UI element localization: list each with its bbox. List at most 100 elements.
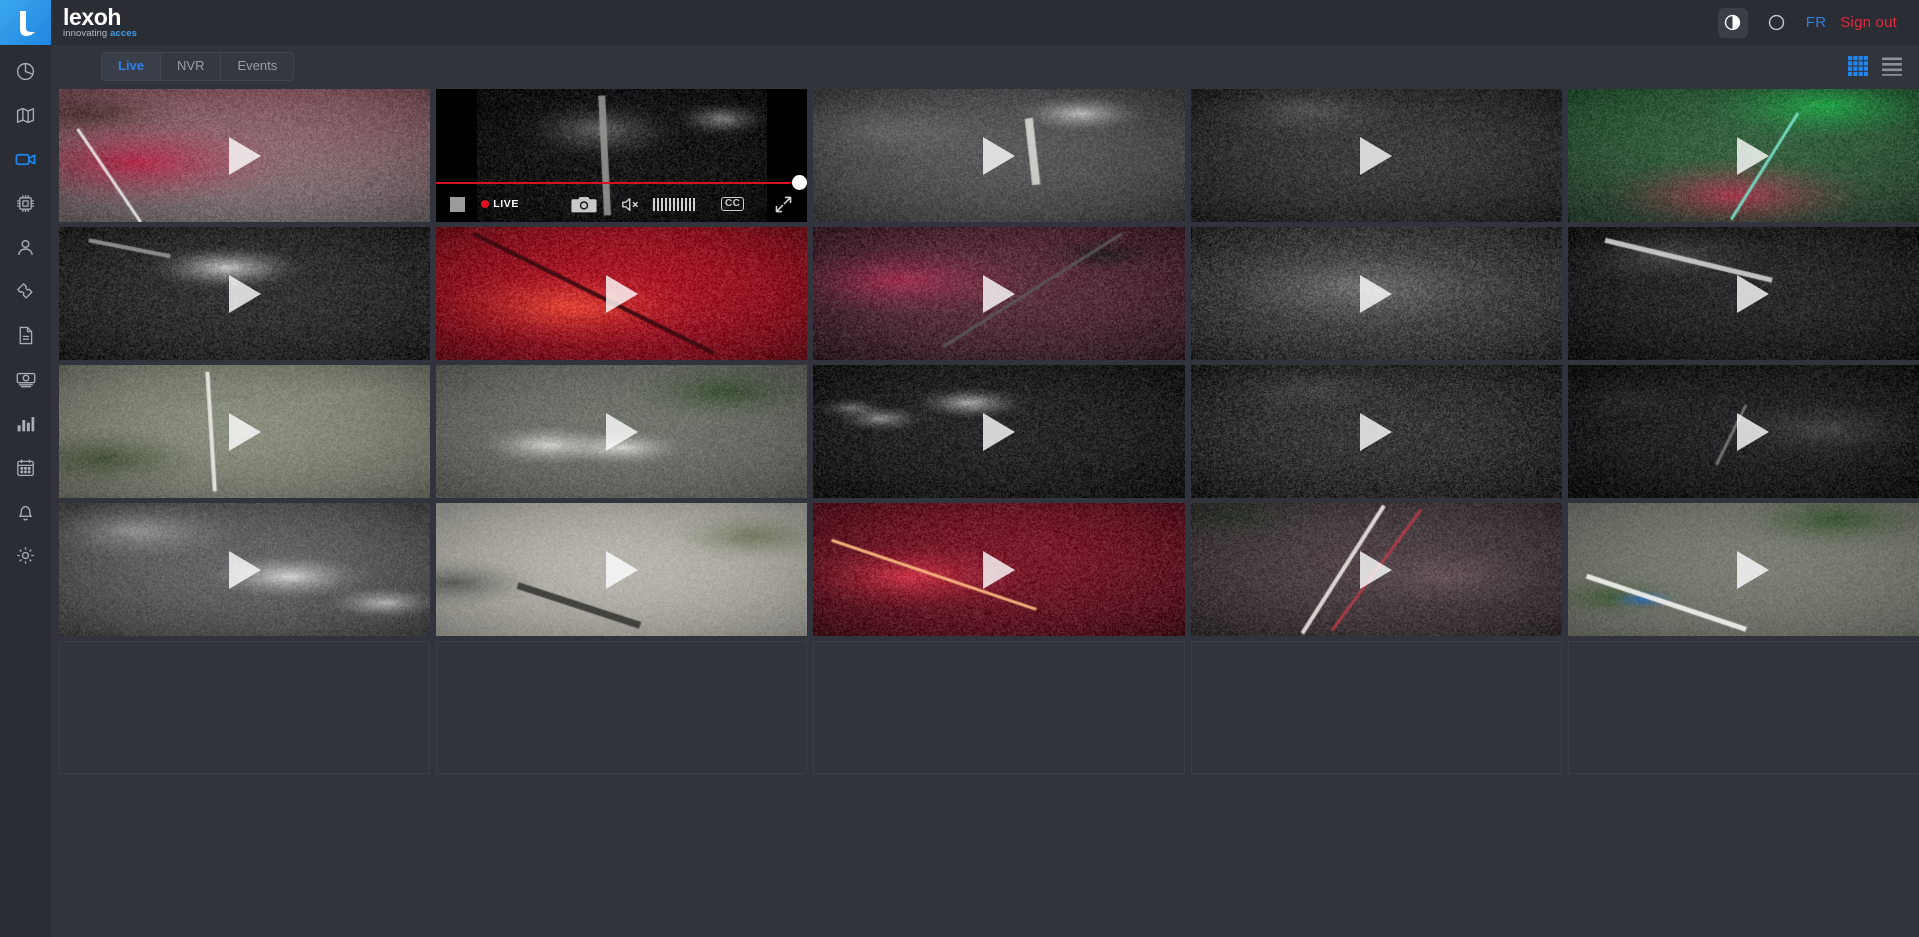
- camera-player-active[interactable]: LIVE CC: [436, 89, 808, 222]
- lexoh-logo-mark-icon[interactable]: [0, 0, 51, 45]
- speaker-muted-icon[interactable]: [621, 196, 641, 213]
- volume-bar: [660, 197, 663, 211]
- list-view-icon[interactable]: [1881, 55, 1903, 77]
- camera-thumbnail[interactable]: [1567, 365, 1919, 498]
- logo-tagline-accent: acces: [110, 28, 137, 39]
- volume-bar: [664, 197, 667, 211]
- stop-square-icon[interactable]: [450, 196, 466, 212]
- camera-snapshot-icon[interactable]: [571, 194, 597, 214]
- camera-thumbnail[interactable]: [59, 227, 431, 360]
- tab-live[interactable]: Live: [101, 51, 162, 81]
- tab-events[interactable]: Events: [221, 51, 295, 81]
- camera-thumbnail-image: [1190, 365, 1562, 498]
- header-spacer: [137, 0, 1718, 45]
- closed-caption-icon[interactable]: CC: [720, 197, 745, 211]
- sidebar-item-settings[interactable]: [9, 543, 43, 567]
- camera-thumbnail-image: [1190, 503, 1562, 636]
- camera-cell-empty: [813, 641, 1185, 774]
- camera-thumbnail[interactable]: [59, 89, 431, 222]
- camera-grid: LIVE CC: [59, 89, 1919, 774]
- main-content: Live NVR Events LIVE CC: [51, 45, 1919, 937]
- logo-tagline: innovating acces: [63, 28, 137, 39]
- camera-thumbnail[interactable]: [813, 227, 1185, 360]
- volume-bar: [684, 197, 687, 211]
- sidebar-item-map[interactable]: [9, 103, 43, 127]
- volume-bar: [676, 197, 679, 211]
- logo-wordmark: lexoh: [63, 4, 122, 30]
- volume-bar: [692, 197, 695, 211]
- logo-tagline-plain: innovating: [63, 28, 111, 39]
- volume-bar: [680, 197, 683, 211]
- sidebar-item-devices[interactable]: [9, 191, 43, 215]
- camera-thumbnail[interactable]: [1567, 227, 1919, 360]
- sidebar-item-dashboard[interactable]: [9, 59, 43, 83]
- camera-thumbnail[interactable]: [59, 503, 431, 636]
- camera-thumbnail[interactable]: [1567, 503, 1919, 636]
- camera-thumbnail-image: [1567, 89, 1919, 222]
- sidebar-item-tickets[interactable]: [9, 279, 43, 303]
- camera-cell-empty: [59, 641, 431, 774]
- sidebar-item-users[interactable]: [9, 235, 43, 259]
- camera-live-view-app: lexoh innovating acces FR Sign out Live …: [0, 0, 1919, 937]
- sidebar-item-cameras[interactable]: [9, 147, 43, 171]
- player-controls: LIVE CC: [436, 186, 807, 222]
- camera-thumbnail-image: [59, 503, 431, 636]
- camera-thumbnail-image: [1567, 503, 1919, 636]
- camera-thumbnail[interactable]: [1190, 89, 1562, 222]
- camera-thumbnail[interactable]: [436, 503, 808, 636]
- camera-thumbnail[interactable]: [436, 227, 808, 360]
- camera-thumbnail-image: [1567, 227, 1919, 360]
- camera-thumbnail[interactable]: [1190, 365, 1562, 498]
- camera-thumbnail-image: [59, 365, 431, 498]
- logo-text: lexoh innovating acces: [51, 0, 137, 45]
- view-tabs: Live NVR Events: [101, 51, 295, 81]
- camera-thumbnail[interactable]: [813, 365, 1185, 498]
- camera-thumbnail[interactable]: [813, 503, 1185, 636]
- camera-cell-empty: [1567, 641, 1919, 774]
- volume-bar: [656, 197, 659, 211]
- sign-out-link[interactable]: Sign out: [1840, 14, 1897, 31]
- live-label: LIVE: [493, 198, 519, 210]
- camera-thumbnail-image: [59, 227, 431, 360]
- camera-thumbnail[interactable]: [436, 365, 808, 498]
- volume-bar: [672, 197, 675, 211]
- camera-thumbnail-image: [436, 227, 808, 360]
- grid-view-icon[interactable]: [1847, 55, 1869, 77]
- camera-thumbnail-image: [813, 365, 1185, 498]
- tab-nvr[interactable]: NVR: [161, 51, 222, 81]
- contrast-half-circle-icon[interactable]: [1717, 7, 1748, 38]
- camera-thumbnail[interactable]: [813, 89, 1185, 222]
- live-indicator: LIVE: [481, 198, 519, 210]
- camera-thumbnail-image: [1190, 89, 1562, 222]
- sidebar-item-notifications[interactable]: [9, 499, 43, 523]
- header-actions: FR Sign out: [1717, 0, 1919, 45]
- empty-circle-icon[interactable]: [1762, 8, 1792, 38]
- body-row: Live NVR Events LIVE CC: [0, 45, 1919, 937]
- camera-thumbnail-image: [1567, 365, 1919, 498]
- cc-label: CC: [720, 197, 745, 211]
- camera-thumbnail-image: [1190, 227, 1562, 360]
- content-toolbar: Live NVR Events: [51, 45, 1919, 87]
- sidebar-item-billing[interactable]: [9, 367, 43, 391]
- volume-bar: [652, 197, 655, 211]
- language-switcher[interactable]: FR: [1806, 14, 1827, 31]
- camera-thumbnail[interactable]: [1190, 227, 1562, 360]
- volume-bar: [668, 197, 671, 211]
- expand-arrows-icon[interactable]: [774, 195, 793, 214]
- camera-thumbnail[interactable]: [1567, 89, 1919, 222]
- camera-thumbnail[interactable]: [1190, 503, 1562, 636]
- camera-thumbnail-image: [813, 503, 1185, 636]
- sidebar-item-calendar[interactable]: [9, 455, 43, 479]
- sidebar-item-documents[interactable]: [9, 323, 43, 347]
- camera-thumbnail-image: [813, 227, 1185, 360]
- camera-thumbnail-image: [813, 89, 1185, 222]
- camera-thumbnail[interactable]: [59, 365, 431, 498]
- volume-bars-icon[interactable]: [652, 197, 695, 211]
- player-seek-bar[interactable]: [436, 175, 808, 190]
- sidebar-item-reports[interactable]: [9, 411, 43, 435]
- live-dot-icon: [481, 200, 490, 208]
- camera-cell-empty: [1190, 641, 1562, 774]
- app-header: lexoh innovating acces FR Sign out: [0, 0, 1919, 45]
- sidebar-nav: [0, 45, 51, 937]
- camera-cell-empty: [436, 641, 808, 774]
